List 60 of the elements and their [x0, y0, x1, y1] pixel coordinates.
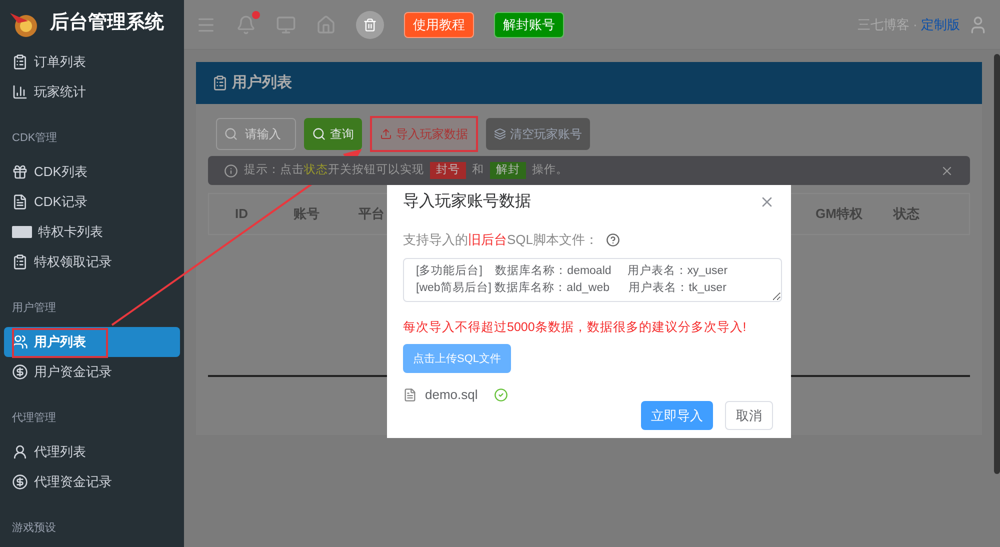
trash-icon: [363, 18, 377, 32]
user-icon: [12, 444, 28, 460]
section-heading: 代理管理: [11, 410, 57, 426]
column-header: GM特权: [814, 205, 864, 224]
search-icon: [224, 127, 238, 141]
sidebar-item[interactable]: 特权卡列表: [4, 217, 180, 247]
tip-text: 操作。: [532, 162, 568, 178]
sidebar-item[interactable]: CDK记录: [4, 187, 180, 217]
script-textarea[interactable]: [多功能后台] 数据库名称：demoald 用户表名：xy_user [web简易后台] 数据库名称：ald_web 用户表名：tk_user: [403, 258, 782, 302]
scrollbar[interactable]: [994, 54, 1000, 474]
help-icon[interactable]: [606, 232, 620, 247]
dialog-title: 导入玩家账号数据: [403, 192, 531, 212]
tip-text: 和: [472, 162, 484, 178]
search-icon: [312, 127, 326, 141]
sidebar-item[interactable]: 特权领取记录: [4, 247, 180, 277]
tip-tag: 解封: [490, 162, 526, 180]
bar-chart-icon: [12, 84, 28, 100]
sidebar-item[interactable]: 代理列表: [4, 437, 180, 467]
clipboard-icon: [212, 75, 228, 91]
clipboard-icon: [12, 54, 28, 70]
sidebar-item[interactable]: 订单列表: [4, 47, 180, 77]
import-warning: 每次导入不得超过5000条数据，数据很多的建议分多次导入!: [403, 318, 748, 336]
app-title: 后台管理系统: [50, 10, 164, 36]
sidebar-item[interactable]: 代理资金记录: [4, 467, 180, 497]
info-icon: [224, 164, 238, 178]
coin-icon: [12, 474, 28, 490]
column-header: ID: [234, 205, 249, 224]
upload-icon: [380, 128, 392, 140]
dialog-label: 支持导入的旧后台SQL脚本文件：: [403, 231, 598, 249]
top-button[interactable]: 解封账号: [494, 12, 564, 38]
section-heading: 用户管理: [11, 300, 57, 316]
cancel-button[interactable]: 取消: [725, 400, 773, 430]
users-icon: [12, 334, 28, 350]
document-icon: [12, 194, 28, 210]
clipboard-icon: [12, 254, 28, 270]
sidebar-item[interactable]: 玩家统计: [4, 77, 180, 107]
file-name: demo.sql: [425, 386, 478, 404]
tip-tag: 封号: [430, 162, 466, 180]
home-icon[interactable]: [316, 14, 336, 34]
monitor-icon[interactable]: [276, 14, 296, 34]
sidebar-item[interactable]: 用户资金记录: [4, 357, 180, 387]
page-title: 用户列表: [232, 72, 292, 93]
search-field[interactable]: 请输入: [216, 118, 296, 150]
tip-text: 提示：点击状态开关按钮可以实现: [244, 162, 424, 178]
gift-icon: [12, 164, 28, 180]
trash-button[interactable]: [356, 10, 384, 38]
vip-card-icon: [12, 226, 32, 238]
query-button[interactable]: 查询: [304, 118, 362, 150]
column-header: 平台: [358, 205, 386, 224]
section-heading: CDK管理: [11, 130, 58, 146]
coin-icon: [12, 364, 28, 380]
top-button[interactable]: 使用教程: [404, 12, 474, 38]
section-heading: 游戏预设: [11, 520, 57, 536]
sidebar-item[interactable]: 用户列表: [4, 327, 180, 357]
sidebar-item[interactable]: CDK列表: [4, 157, 180, 187]
file-icon: [403, 388, 417, 402]
column-header: 账号: [292, 205, 320, 224]
bell-icon[interactable]: [236, 14, 256, 34]
layers-icon: [494, 128, 506, 140]
column-header: 状态: [892, 205, 920, 224]
